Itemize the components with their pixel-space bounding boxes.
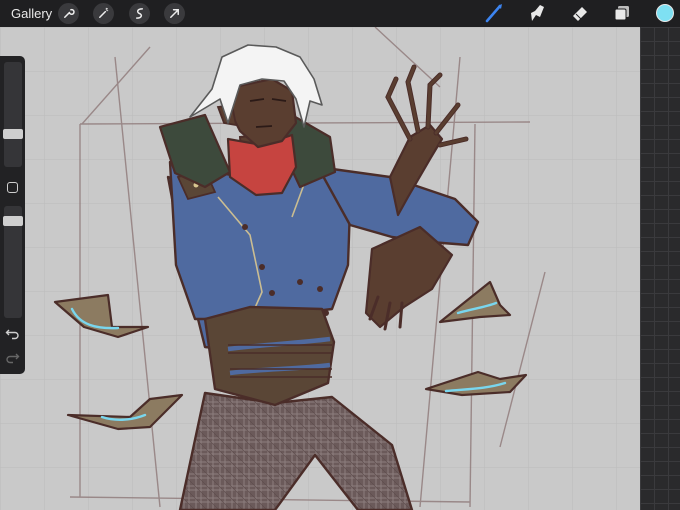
gallery-button[interactable]: Gallery [11,6,52,21]
canvas-margin [640,27,680,510]
color-swatch[interactable] [656,4,674,22]
top-toolbar: Gallery [0,0,680,27]
brush-opacity-handle[interactable] [3,216,23,226]
artwork [0,27,640,510]
eraser-icon[interactable] [570,3,590,23]
brush-size-handle[interactable] [3,129,23,139]
modify-button[interactable] [7,182,18,193]
brush-icon[interactable] [484,3,504,23]
layers-icon[interactable] [612,3,632,23]
drawing-canvas[interactable] [0,27,640,510]
smudge-icon[interactable] [527,3,547,23]
redo-icon[interactable] [5,350,20,365]
selection-icon[interactable] [129,3,150,24]
brush-size-slider[interactable] [3,62,23,167]
magic-wand-icon[interactable] [93,3,114,24]
transform-arrow-icon[interactable] [164,3,185,24]
undo-icon[interactable] [5,326,20,341]
sidebar [0,56,25,374]
brush-opacity-slider[interactable] [3,206,23,318]
wrench-icon[interactable] [58,3,79,24]
